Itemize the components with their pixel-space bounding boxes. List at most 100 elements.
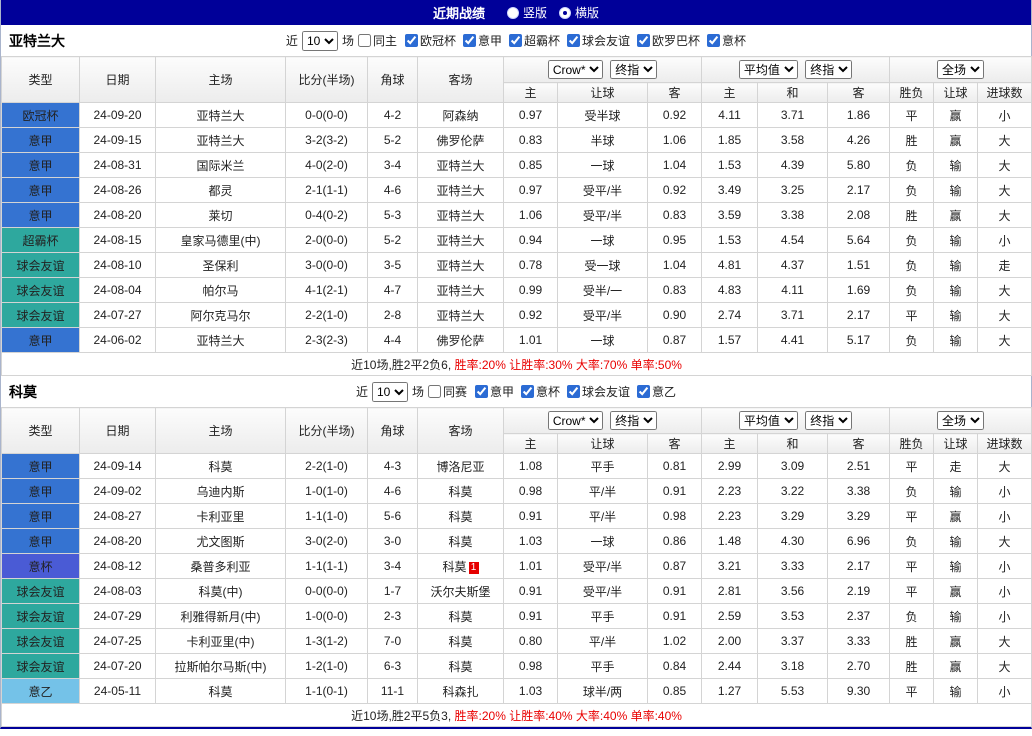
match-score[interactable]: 4-0(2-0) xyxy=(286,153,368,178)
filter-league[interactable]: 球会友谊 xyxy=(567,383,630,400)
filter-league[interactable]: 意甲 xyxy=(463,32,502,49)
handicap-final-select[interactable]: 终指 xyxy=(610,411,657,430)
home-team[interactable]: 乌迪内斯 xyxy=(156,479,286,504)
home-team[interactable]: 皇家马德里(中) xyxy=(156,228,286,253)
away-team[interactable]: 沃尔夫斯堡 xyxy=(418,579,504,604)
away-team[interactable]: 亚特兰大 xyxy=(418,303,504,328)
home-team[interactable]: 卡利亚里 xyxy=(156,504,286,529)
away-team[interactable]: 科森扎 xyxy=(418,679,504,704)
match-score[interactable]: 2-1(1-1) xyxy=(286,178,368,203)
radio-horizontal-icon[interactable] xyxy=(559,7,571,19)
league-checkbox[interactable] xyxy=(475,385,488,398)
away-team[interactable]: 亚特兰大 xyxy=(418,278,504,303)
match-score[interactable]: 3-0(2-0) xyxy=(286,529,368,554)
filter-league[interactable]: 意乙 xyxy=(637,383,676,400)
home-team[interactable]: 科莫(中) xyxy=(156,579,286,604)
away-team[interactable]: 博洛尼亚 xyxy=(418,454,504,479)
match-score[interactable]: 2-0(0-0) xyxy=(286,228,368,253)
away-team[interactable]: 科莫 xyxy=(418,654,504,679)
home-team[interactable]: 尤文图斯 xyxy=(156,529,286,554)
match-score[interactable]: 1-0(0-0) xyxy=(286,604,368,629)
home-team[interactable]: 亚特兰大 xyxy=(156,103,286,128)
away-team[interactable]: 佛罗伦萨 xyxy=(418,328,504,353)
scope-select[interactable]: 全场 xyxy=(937,411,984,430)
home-team[interactable]: 桑普多利亚 xyxy=(156,554,286,579)
same-venue-filter[interactable]: 同主 xyxy=(358,32,397,49)
same-venue-checkbox[interactable] xyxy=(428,385,441,398)
away-team[interactable]: 阿森纳 xyxy=(418,103,504,128)
league-checkbox[interactable] xyxy=(509,34,522,47)
filter-league[interactable]: 意杯 xyxy=(707,32,746,49)
match-score[interactable]: 1-2(1-0) xyxy=(286,654,368,679)
match-score[interactable]: 1-0(1-0) xyxy=(286,479,368,504)
match-score[interactable]: 0-4(0-2) xyxy=(286,203,368,228)
match-score[interactable]: 3-0(0-0) xyxy=(286,253,368,278)
match-score[interactable]: 1-3(1-2) xyxy=(286,629,368,654)
match-score[interactable]: 1-1(1-0) xyxy=(286,504,368,529)
home-team[interactable]: 科莫 xyxy=(156,454,286,479)
away-team[interactable]: 科莫 xyxy=(418,604,504,629)
bookmaker-select[interactable]: Crow* xyxy=(548,411,603,430)
away-team[interactable]: 亚特兰大 xyxy=(418,253,504,278)
home-team[interactable]: 莱切 xyxy=(156,203,286,228)
league-checkbox[interactable] xyxy=(567,385,580,398)
league-checkbox[interactable] xyxy=(521,385,534,398)
away-team[interactable]: 科莫1 xyxy=(418,554,504,579)
average-final-select[interactable]: 终指 xyxy=(805,60,852,79)
league-checkbox[interactable] xyxy=(405,34,418,47)
away-team[interactable]: 佛罗伦萨 xyxy=(418,128,504,153)
league-checkbox[interactable] xyxy=(637,34,650,47)
filter-league[interactable]: 欧冠杯 xyxy=(405,32,456,49)
filter-league[interactable]: 意甲 xyxy=(475,383,514,400)
away-team[interactable]: 亚特兰大 xyxy=(418,178,504,203)
recent-count-select[interactable]: 10 xyxy=(372,382,408,402)
match-score[interactable]: 1-1(0-1) xyxy=(286,679,368,704)
home-team[interactable]: 都灵 xyxy=(156,178,286,203)
away-team[interactable]: 科莫 xyxy=(418,479,504,504)
league-checkbox[interactable] xyxy=(567,34,580,47)
league-checkbox[interactable] xyxy=(707,34,720,47)
layout-radio-vertical[interactable]: 竖版 xyxy=(507,4,547,21)
match-score[interactable]: 4-1(2-1) xyxy=(286,278,368,303)
league-checkbox[interactable] xyxy=(463,34,476,47)
away-team[interactable]: 科莫 xyxy=(418,629,504,654)
average-final-select[interactable]: 终指 xyxy=(805,411,852,430)
filter-league[interactable]: 欧罗巴杯 xyxy=(637,32,700,49)
home-team[interactable]: 科莫 xyxy=(156,679,286,704)
home-team[interactable]: 拉斯帕尔马斯(中) xyxy=(156,654,286,679)
home-team[interactable]: 圣保利 xyxy=(156,253,286,278)
match-score[interactable]: 2-2(1-0) xyxy=(286,303,368,328)
home-team[interactable]: 国际米兰 xyxy=(156,153,286,178)
bookmaker-select[interactable]: Crow* xyxy=(548,60,603,79)
filter-league[interactable]: 球会友谊 xyxy=(567,32,630,49)
league-checkbox[interactable] xyxy=(637,385,650,398)
match-score[interactable]: 0-0(0-0) xyxy=(286,103,368,128)
match-score[interactable]: 1-1(1-1) xyxy=(286,554,368,579)
recent-count-select[interactable]: 10 xyxy=(302,31,338,51)
layout-radio-horizontal[interactable]: 横版 xyxy=(559,4,599,21)
away-team[interactable]: 科莫 xyxy=(418,504,504,529)
match-score[interactable]: 0-0(0-0) xyxy=(286,579,368,604)
home-team[interactable]: 亚特兰大 xyxy=(156,328,286,353)
home-team[interactable]: 帕尔马 xyxy=(156,278,286,303)
match-score[interactable]: 2-3(2-3) xyxy=(286,328,368,353)
radio-vertical-icon[interactable] xyxy=(507,7,519,19)
away-team[interactable]: 亚特兰大 xyxy=(418,203,504,228)
same-venue-checkbox[interactable] xyxy=(358,34,371,47)
match-score[interactable]: 3-2(3-2) xyxy=(286,128,368,153)
handicap-final-select[interactable]: 终指 xyxy=(610,60,657,79)
away-team[interactable]: 科莫 xyxy=(418,529,504,554)
home-team[interactable]: 阿尔克马尔 xyxy=(156,303,286,328)
away-team[interactable]: 亚特兰大 xyxy=(418,153,504,178)
home-team[interactable]: 卡利亚里(中) xyxy=(156,629,286,654)
average-select[interactable]: 平均值 xyxy=(739,411,798,430)
same-venue-filter[interactable]: 同赛 xyxy=(428,383,467,400)
scope-select[interactable]: 全场 xyxy=(937,60,984,79)
away-team[interactable]: 亚特兰大 xyxy=(418,228,504,253)
home-team[interactable]: 亚特兰大 xyxy=(156,128,286,153)
home-team[interactable]: 利雅得新月(中) xyxy=(156,604,286,629)
average-select[interactable]: 平均值 xyxy=(739,60,798,79)
match-score[interactable]: 2-2(1-0) xyxy=(286,454,368,479)
filter-league[interactable]: 超霸杯 xyxy=(509,32,560,49)
filter-league[interactable]: 意杯 xyxy=(521,383,560,400)
